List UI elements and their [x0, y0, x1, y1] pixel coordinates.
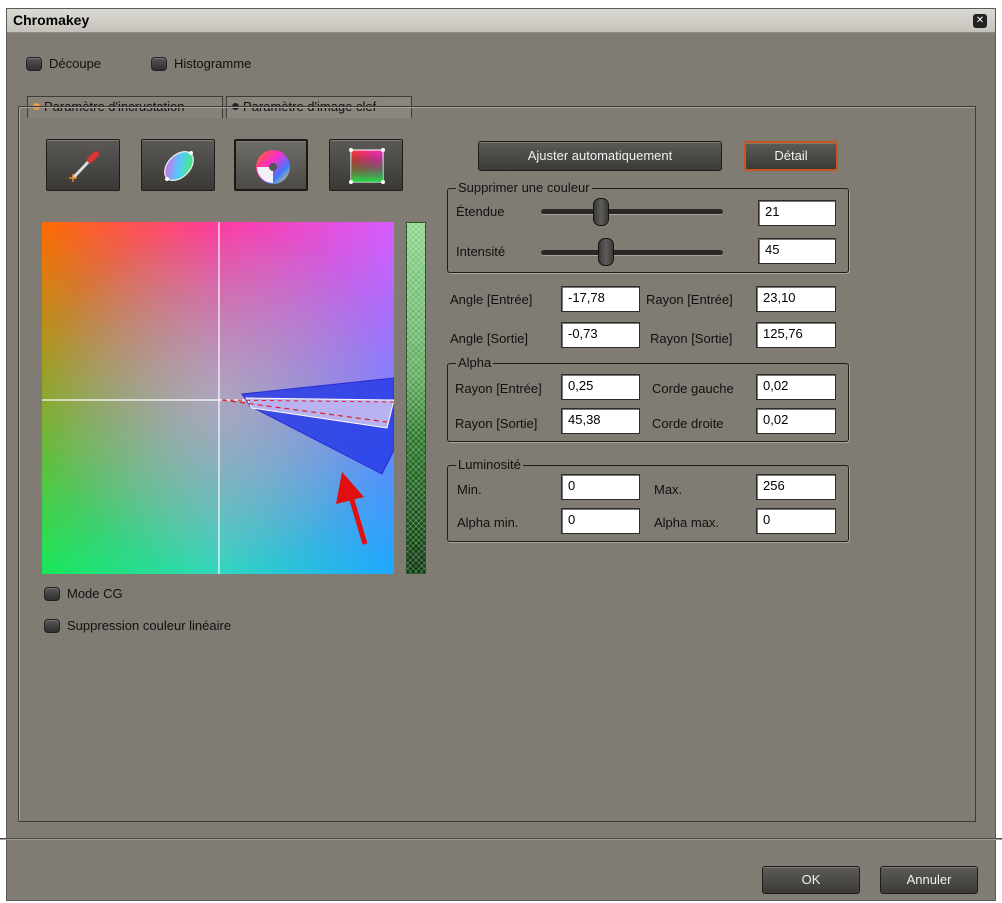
alpha-radius-in-label: Rayon [Entrée] [455, 381, 542, 396]
angle-out-input[interactable]: -0,73 [561, 322, 640, 348]
angle-out-label: Angle [Sortie] [450, 331, 529, 346]
checkbox-box [44, 618, 60, 633]
color-wheel-tool-button[interactable] [234, 139, 308, 191]
intensity-slider-thumb[interactable] [598, 238, 614, 266]
radius-out-label: Rayon [Sortie] [650, 331, 733, 346]
title-bar: Chromakey ✕ [7, 9, 995, 33]
alpha-radius-out-label: Rayon [Sortie] [455, 416, 538, 431]
group-title: Supprimer une couleur [456, 180, 592, 196]
checkbox-label: Découpe [49, 56, 102, 71]
radius-in-input[interactable]: 23,10 [756, 286, 836, 312]
checkbox-box [26, 56, 42, 71]
radius-in-label: Rayon [Entrée] [646, 292, 733, 307]
eyedropper-button[interactable] [46, 139, 120, 191]
ellipse-tool-button[interactable] [141, 139, 215, 191]
alpha-radius-in-input[interactable]: 0,25 [561, 374, 640, 400]
intensity-slider-track[interactable] [541, 250, 723, 256]
range-label: Étendue [456, 204, 505, 219]
ok-button[interactable]: OK [762, 866, 860, 894]
chord-left-label: Corde gauche [652, 381, 734, 396]
checkbox-label: Histogramme [174, 56, 252, 71]
footer-separator [0, 838, 1002, 840]
checkbox-label: Suppression couleur linéaire [67, 618, 232, 633]
alpha-max-label: Alpha max. [654, 515, 720, 530]
color-square-tool-button[interactable] [329, 139, 403, 191]
chord-right-label: Corde droite [652, 416, 724, 431]
radius-out-input[interactable]: 125,76 [756, 322, 836, 348]
chord-left-input[interactable]: 0,02 [756, 374, 836, 400]
color-ellipse-icon [164, 151, 194, 181]
checkbox-suppression-lineaire[interactable]: Suppression couleur linéaire [44, 618, 231, 633]
vectorscope-color-plane[interactable] [42, 222, 394, 574]
luma-min-input[interactable]: 0 [561, 474, 640, 500]
window-title: Chromakey [13, 12, 90, 28]
checkbox-box [151, 56, 167, 71]
auto-adjust-button[interactable]: Ajuster automatiquement [478, 141, 722, 171]
checkbox-box [44, 586, 60, 601]
color-wheel-icon [256, 150, 290, 184]
range-input[interactable]: 21 [758, 200, 836, 226]
group-title: Alpha [456, 355, 494, 371]
checkbox-decoupe[interactable]: Découpe [26, 56, 101, 71]
luma-min-label: Min. [457, 482, 482, 497]
alpha-min-input[interactable]: 0 [561, 508, 640, 534]
luma-max-input[interactable]: 256 [756, 474, 836, 500]
color-square-icon [349, 148, 385, 184]
range-slider-track[interactable] [541, 209, 723, 215]
intensity-label: Intensité [456, 244, 506, 259]
eyedropper-icon [69, 151, 99, 182]
luma-max-label: Max. [654, 482, 683, 497]
angle-in-label: Angle [Entrée] [450, 292, 533, 307]
luminance-bar[interactable] [406, 222, 426, 574]
group-title: Luminosité [456, 457, 523, 473]
angle-in-input[interactable]: -17,78 [561, 286, 640, 312]
checkbox-mode-cg[interactable]: Mode CG [44, 586, 123, 601]
alpha-min-label: Alpha min. [457, 515, 519, 530]
intensity-input[interactable]: 45 [758, 238, 836, 264]
alpha-max-input[interactable]: 0 [756, 508, 836, 534]
close-button[interactable]: ✕ [973, 14, 987, 28]
alpha-radius-out-input[interactable]: 45,38 [561, 408, 640, 434]
range-slider-thumb[interactable] [593, 198, 609, 226]
detail-button[interactable]: Détail [744, 141, 838, 171]
checkbox-label: Mode CG [67, 586, 123, 601]
chord-right-input[interactable]: 0,02 [756, 408, 836, 434]
cancel-button[interactable]: Annuler [880, 866, 978, 894]
checkbox-histogramme[interactable]: Histogramme [151, 56, 251, 71]
close-icon: ✕ [975, 15, 985, 26]
